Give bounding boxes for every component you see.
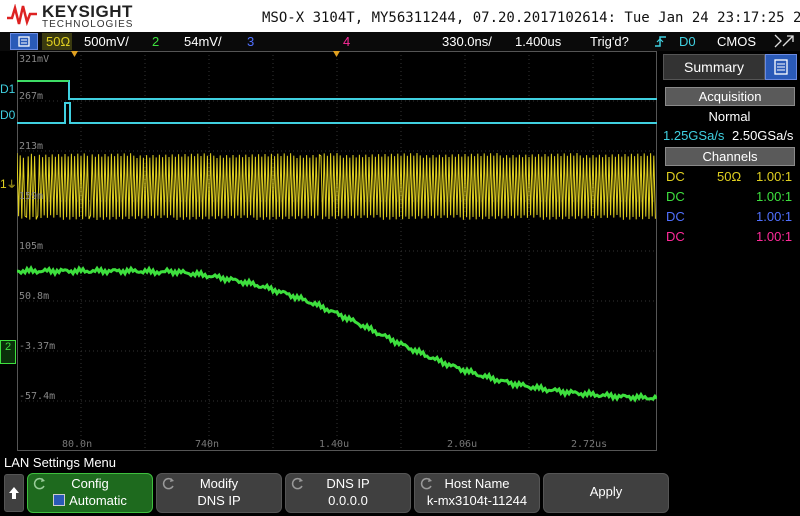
d0-marker[interactable]: D0 xyxy=(0,108,15,122)
ch1-coupling-summary: DC xyxy=(666,169,685,184)
level-label: 159m xyxy=(19,191,44,202)
ch1-coupling[interactable]: 50Ω xyxy=(46,34,70,49)
channels-header: Channels xyxy=(665,147,795,166)
ch4-number[interactable]: 4 xyxy=(343,34,350,49)
level-label: 321mV xyxy=(19,54,50,65)
time-delay[interactable]: 1.400us xyxy=(515,34,561,49)
ch2-probe-summary: 1.00:1 xyxy=(756,189,793,204)
ch3-probe-summary: 1.00:1 xyxy=(756,209,793,224)
menu-icon xyxy=(774,59,788,75)
d1-marker[interactable]: D1 xyxy=(0,82,15,96)
softkey-value: Automatic xyxy=(69,493,127,508)
trigger-status: Trig'd? xyxy=(590,34,629,49)
ch2-scale[interactable]: 54mV/ xyxy=(184,34,222,49)
softkey-label: Modify xyxy=(199,476,239,491)
time-label: 2.06u xyxy=(447,439,478,450)
title-bar: KEYSIGHT TECHNOLOGIES MSO-X 3104T, MY563… xyxy=(0,0,800,32)
sample-rate-2: 2.50GSa/s xyxy=(732,128,794,143)
acquisition-mode: Normal xyxy=(708,109,751,124)
softkey-config[interactable]: Config Automatic xyxy=(27,473,153,513)
sample-rate-1: 1.25GSa/s xyxy=(663,128,725,143)
ch3-number[interactable]: 3 xyxy=(247,34,254,49)
level-label: -3.37m xyxy=(19,341,56,352)
checkbox-icon[interactable] xyxy=(53,494,66,506)
expand-icon[interactable] xyxy=(773,33,795,49)
instrument-info: MSO-X 3104T, MY56311244, 07.20.201710261… xyxy=(262,10,800,26)
menu-button[interactable] xyxy=(10,33,38,50)
trigger-level[interactable]: CMOS xyxy=(717,34,756,49)
arrow-up-icon xyxy=(9,487,19,499)
softkey-host-name[interactable]: Host Name k-mx3104t-11244 xyxy=(414,473,540,513)
level-label: 50.8m xyxy=(19,291,50,302)
softkey-label: Host Name xyxy=(444,476,510,491)
graticule xyxy=(17,51,657,451)
ch1-impedance-summary: 50Ω xyxy=(717,169,742,184)
tab-summary[interactable]: Summary xyxy=(663,54,765,80)
ch1-probe-summary: 1.00:1 xyxy=(756,169,793,184)
softkey-value: 0.0.0.0 xyxy=(328,493,368,508)
menu-icon xyxy=(18,36,30,47)
ch2-ground-marker[interactable]: 2 xyxy=(0,340,16,364)
softkey-value: k-mx3104t-11244 xyxy=(426,493,528,508)
softkey-label: Apply xyxy=(589,484,623,499)
trigger-source[interactable]: D0 xyxy=(679,34,696,49)
ch2-number[interactable]: 2 xyxy=(152,34,159,49)
ch4-probe-summary: 1.00:1 xyxy=(756,229,793,244)
time-label: 740n xyxy=(195,439,220,450)
time-label: 2.72us xyxy=(571,439,608,450)
level-label: 267m xyxy=(19,91,44,102)
softkey-label: DNS IP xyxy=(326,476,370,491)
time-label: 80.0n xyxy=(62,439,93,450)
softkey-modify[interactable]: Modify DNS IP xyxy=(156,473,282,513)
trigger-edge-icon xyxy=(655,36,666,47)
level-label: -57.4m xyxy=(19,391,56,402)
ch2-coupling-summary: DC xyxy=(666,189,685,204)
softkey-label: Config xyxy=(71,476,109,491)
keysight-logo-icon xyxy=(7,4,37,26)
level-label: 105m xyxy=(19,241,44,252)
softkey-dns-ip[interactable]: DNS IP 0.0.0.0 xyxy=(285,473,411,513)
summary-panel: Summary Acquisition Normal 1.25GSa/s 2.5… xyxy=(659,51,800,451)
ch4-coupling-summary: DC xyxy=(666,229,685,244)
ch1-ground-marker[interactable]: 1⏚ xyxy=(0,176,17,191)
acquisition-header: Acquisition xyxy=(665,87,795,106)
ch3-coupling-summary: DC xyxy=(666,209,685,224)
time-label: 1.40u xyxy=(319,439,350,450)
menu-title: LAN Settings Menu xyxy=(4,455,117,470)
timebase-scale[interactable]: 330.0ns/ xyxy=(442,34,492,49)
brand-subtitle: TECHNOLOGIES xyxy=(42,19,134,30)
softkey-apply[interactable]: Apply xyxy=(543,473,669,513)
panel-menu-button[interactable] xyxy=(765,54,797,80)
waveform-display[interactable]: 321mV 267m 213m 159m 105m 50.8m -3.37m -… xyxy=(17,51,657,451)
level-label: 213m xyxy=(19,141,44,152)
softkey-value: DNS IP xyxy=(197,493,241,508)
back-button[interactable] xyxy=(4,474,24,512)
channel-status-bar: 50Ω 500mV/ 2 54mV/ 3 4 330.0ns/ 1.400us … xyxy=(0,32,800,51)
ch1-scale[interactable]: 500mV/ xyxy=(84,34,129,49)
